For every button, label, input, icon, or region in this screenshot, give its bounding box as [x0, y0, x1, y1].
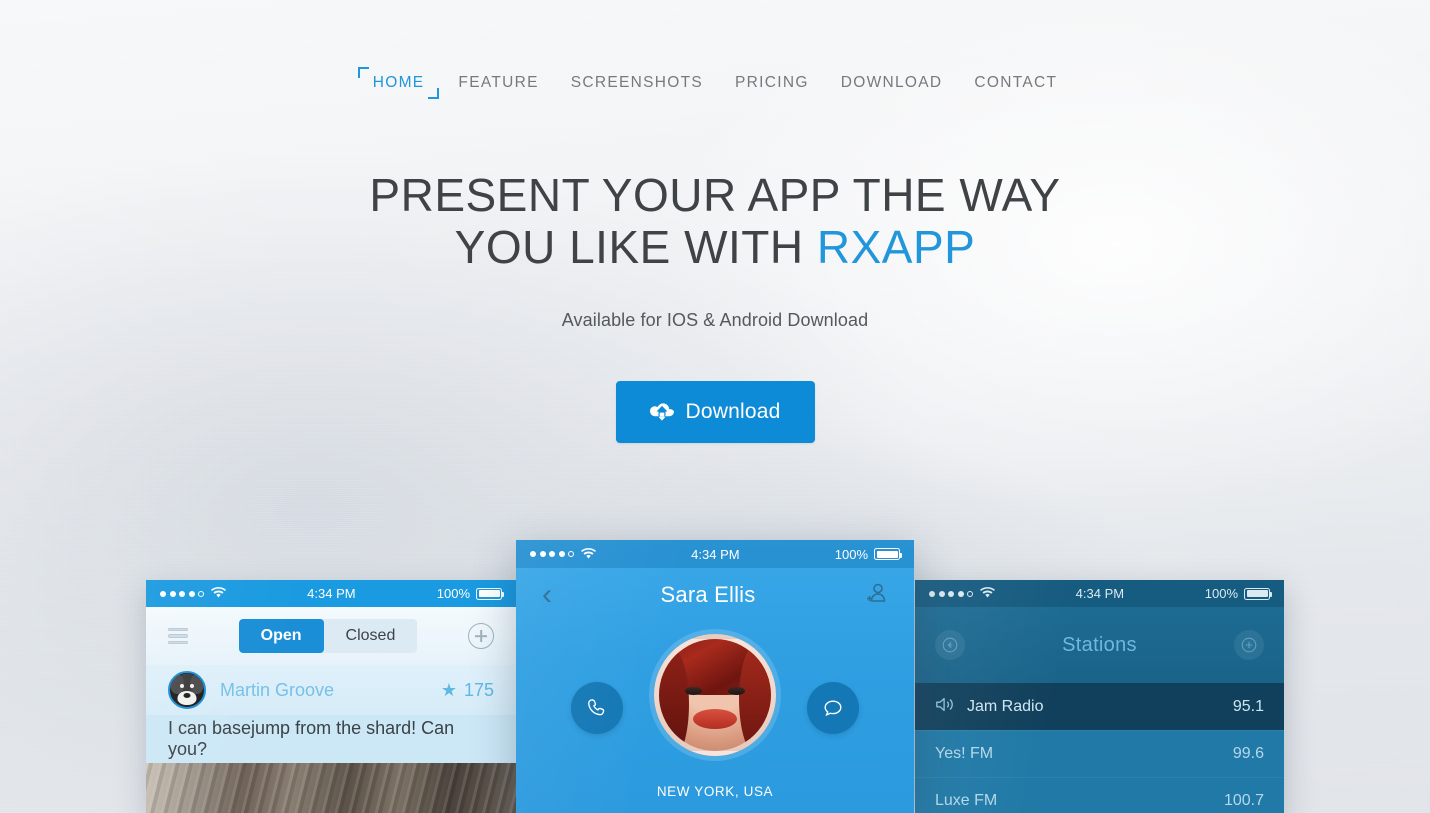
- station-frequency: 95.1: [1232, 697, 1264, 715]
- post-star-count: ★ 175: [441, 680, 494, 701]
- post-author-name: Martin Groove: [220, 679, 335, 700]
- nav-item-download[interactable]: DOWNLOAD: [825, 70, 959, 96]
- station-name-cell: Jam Radio: [935, 696, 1233, 718]
- headline-line-2: YOU LIKE WITH: [454, 220, 817, 273]
- status-bar-left: 4:34 PM 100%: [146, 580, 516, 607]
- post-message-text: I can basejump from the shard! Can you?: [146, 715, 516, 763]
- status-bar-right: 4:34 PM 100%: [915, 580, 1284, 607]
- nav-item-pricing[interactable]: PRICING: [719, 70, 825, 96]
- download-button[interactable]: Download: [615, 380, 815, 443]
- wifi-icon: [211, 586, 226, 601]
- page-title: PRESENT YOUR APP THE WAY YOU LIKE WITH R…: [0, 169, 1430, 274]
- avatar: [168, 671, 206, 709]
- station-row[interactable]: Yes! FM 99.6: [915, 730, 1284, 777]
- hero-subtitle: Available for IOS & Android Download: [561, 309, 869, 330]
- cloud-download-icon: [649, 402, 674, 422]
- message-button[interactable]: [807, 682, 859, 734]
- post-header-row: Martin Groove ★ 175: [146, 665, 516, 715]
- station-row-active[interactable]: Jam Radio 95.1: [915, 683, 1284, 730]
- station-frequency: 99.6: [1232, 745, 1264, 762]
- add-station-button[interactable]: [1234, 630, 1264, 660]
- battery-icon: [1244, 587, 1272, 600]
- station-name: Luxe FM: [935, 792, 998, 809]
- status-time-right: 4:34 PM: [1075, 586, 1125, 601]
- phone-mockup-center: 4:34 PM 100% ‹ Sara Ellis NEW YORK, USA: [516, 540, 914, 813]
- headline-brand: RXAPP: [816, 220, 976, 273]
- nav-list: HOME FEATURE SCREENSHOTS PRICING DOWNLOA…: [357, 67, 1074, 99]
- status-bar-center: 4:34 PM 100%: [516, 540, 914, 568]
- center-phone-header: ‹ Sara Ellis: [516, 568, 914, 622]
- battery-percent-left: 100%: [436, 586, 470, 601]
- nav-item-feature[interactable]: FEATURE: [442, 70, 554, 96]
- status-battery-right: 100%: [1204, 586, 1272, 601]
- status-battery-left: 100%: [436, 586, 504, 601]
- nav-item-home[interactable]: HOME: [357, 67, 440, 99]
- speaker-icon: [935, 696, 955, 718]
- station-name: Yes! FM: [935, 745, 994, 762]
- segment-closed[interactable]: Closed: [324, 619, 418, 653]
- nav-item-contact[interactable]: CONTACT: [958, 70, 1073, 96]
- phone-mockup-right: 4:34 PM 100% Stations Jam Radio 95.1 Yes…: [915, 580, 1284, 813]
- signal-strength-icon: [530, 551, 574, 557]
- status-time-center: 4:34 PM: [691, 546, 740, 562]
- download-button-wrap: Download: [0, 380, 1430, 443]
- center-phone-body: NEW YORK, USA: [516, 622, 914, 813]
- corner-bracket-bottom-right-icon: [428, 88, 440, 99]
- status-battery-center: 100%: [834, 546, 902, 562]
- add-plus-icon[interactable]: [467, 623, 494, 649]
- stations-header: Stations: [915, 607, 1284, 683]
- back-circle-button[interactable]: [935, 630, 965, 660]
- corner-bracket-top-left-icon: [357, 67, 369, 78]
- phone-mockup-left: 4:34 PM 100% Open Closed Martin Groove ★: [146, 580, 516, 813]
- star-count-value: 175: [463, 679, 494, 700]
- hero-section: PRESENT YOUR APP THE WAY YOU LIKE WITH R…: [0, 169, 1430, 443]
- battery-percent-center: 100%: [834, 546, 868, 562]
- open-closed-segmented-control[interactable]: Open Closed: [238, 619, 418, 653]
- call-button[interactable]: [571, 682, 623, 734]
- avatar: [654, 634, 776, 756]
- station-frequency: 100.7: [1223, 792, 1264, 809]
- post-photo-rock-cliff: [146, 763, 516, 813]
- download-button-label: Download: [685, 399, 781, 423]
- nav-item-home-label: HOME: [372, 74, 425, 91]
- add-contact-icon[interactable]: [864, 581, 888, 610]
- wifi-icon: [581, 547, 596, 562]
- battery-icon: [476, 587, 504, 600]
- station-name-cell: Luxe FM: [935, 792, 1224, 810]
- left-phone-toolbar: Open Closed: [146, 607, 516, 665]
- wifi-icon: [980, 586, 995, 601]
- segment-open[interactable]: Open: [238, 619, 324, 653]
- station-row[interactable]: Luxe FM 100.7: [915, 777, 1284, 813]
- contact-location: NEW YORK, USA: [656, 784, 774, 799]
- headline-line-1: PRESENT YOUR APP THE WAY: [369, 169, 1061, 221]
- status-time-left: 4:34 PM: [307, 586, 356, 601]
- battery-icon: [874, 548, 902, 560]
- main-navigation: HOME FEATURE SCREENSHOTS PRICING DOWNLOA…: [0, 0, 1430, 150]
- signal-strength-icon: [160, 590, 204, 597]
- signal-strength-icon: [929, 590, 973, 597]
- star-icon: ★: [440, 679, 457, 700]
- battery-percent-right: 100%: [1204, 586, 1238, 601]
- nav-item-screenshots[interactable]: SCREENSHOTS: [555, 70, 719, 96]
- stations-title: Stations: [1062, 633, 1137, 656]
- hamburger-menu-icon[interactable]: [168, 627, 188, 645]
- station-name: Jam Radio: [967, 697, 1044, 715]
- contact-name-title: Sara Ellis: [660, 582, 756, 607]
- back-chevron-icon[interactable]: ‹: [542, 580, 552, 610]
- station-name-cell: Yes! FM: [935, 745, 1233, 763]
